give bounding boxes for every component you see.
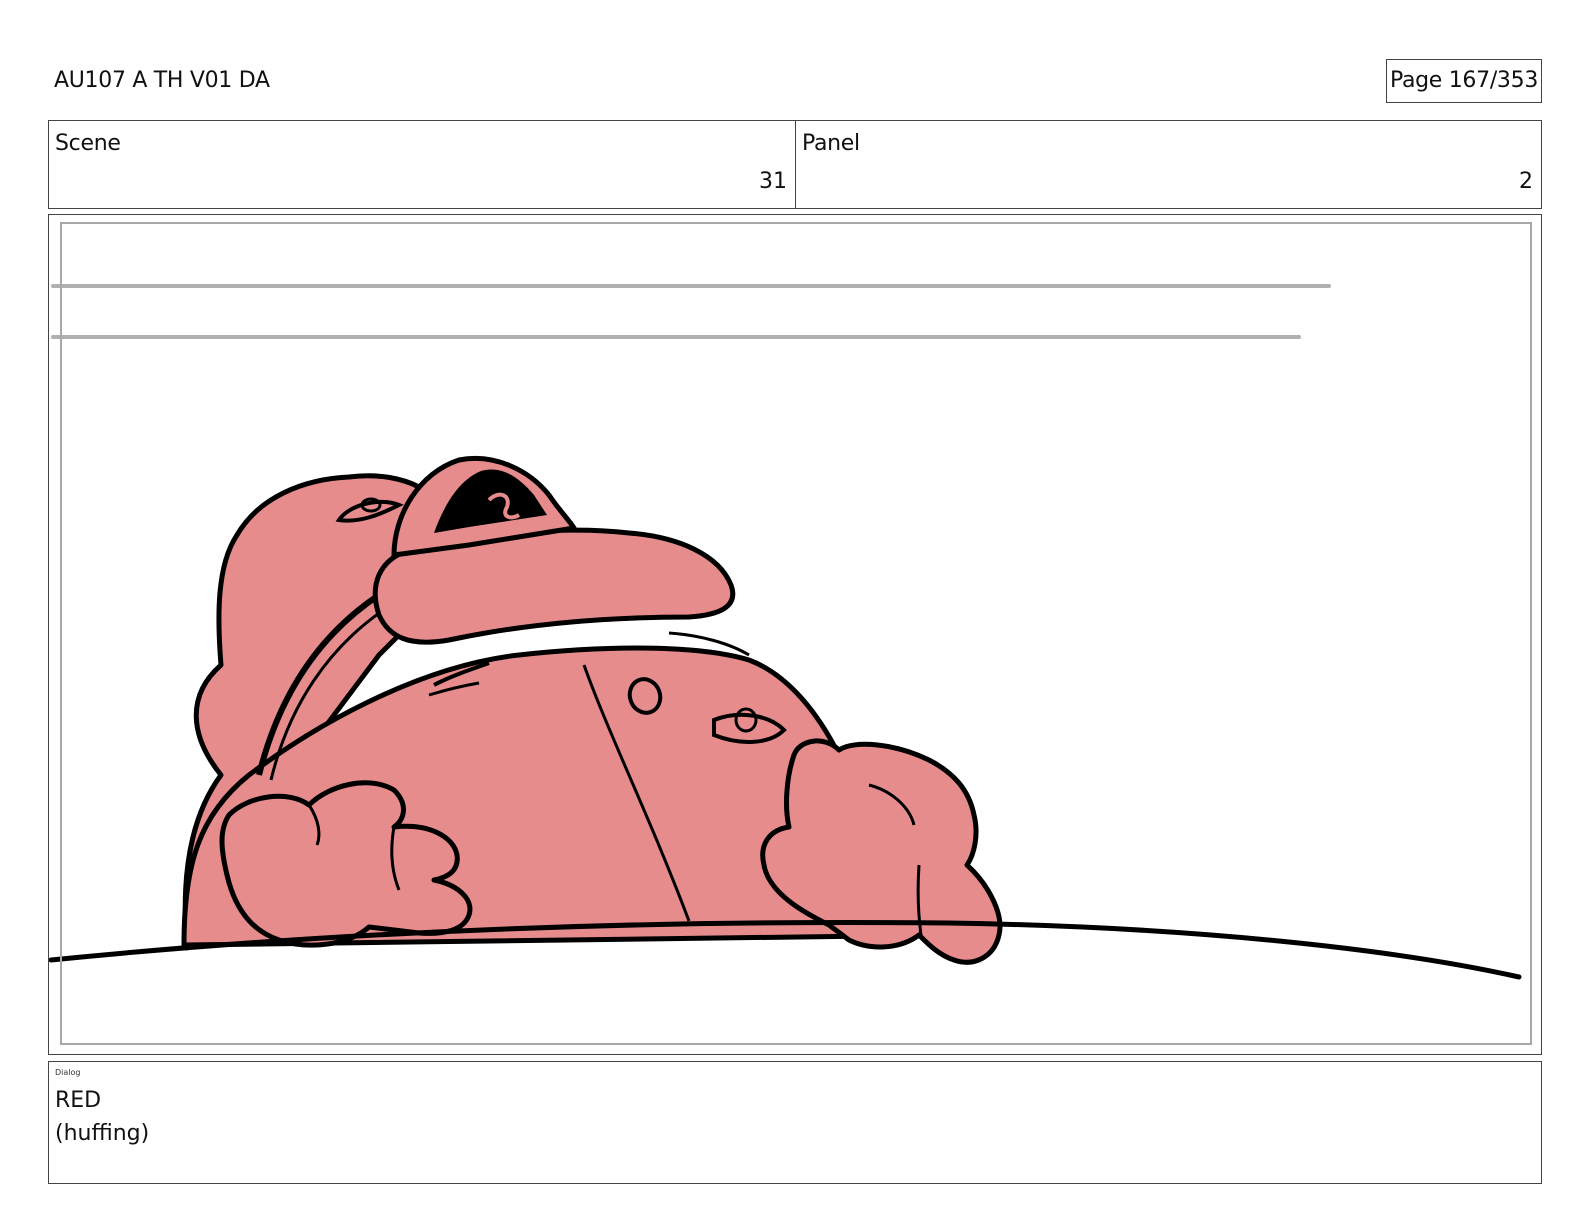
dialog-label: Dialog (55, 1068, 81, 1077)
dialog-box: Dialog RED (huffing) (48, 1061, 1542, 1184)
storyboard-panel (48, 214, 1542, 1055)
dialog-character: RED (55, 1088, 102, 1113)
panel-value: 2 (1519, 169, 1533, 194)
scene-cell: Scene 31 (49, 121, 795, 208)
panel-label: Panel (802, 131, 860, 156)
panel-safe-frame (60, 222, 1532, 1045)
scene-label: Scene (55, 131, 121, 156)
doc-title: AU107 A TH V01 DA (54, 68, 270, 93)
page-number-box: Page 167/353 (1386, 59, 1542, 103)
panel-cell: Panel 2 (795, 121, 1541, 208)
dialog-direction: (huffing) (55, 1121, 150, 1146)
info-row: Scene 31 Panel 2 (48, 120, 1542, 209)
scene-value: 31 (759, 169, 787, 194)
